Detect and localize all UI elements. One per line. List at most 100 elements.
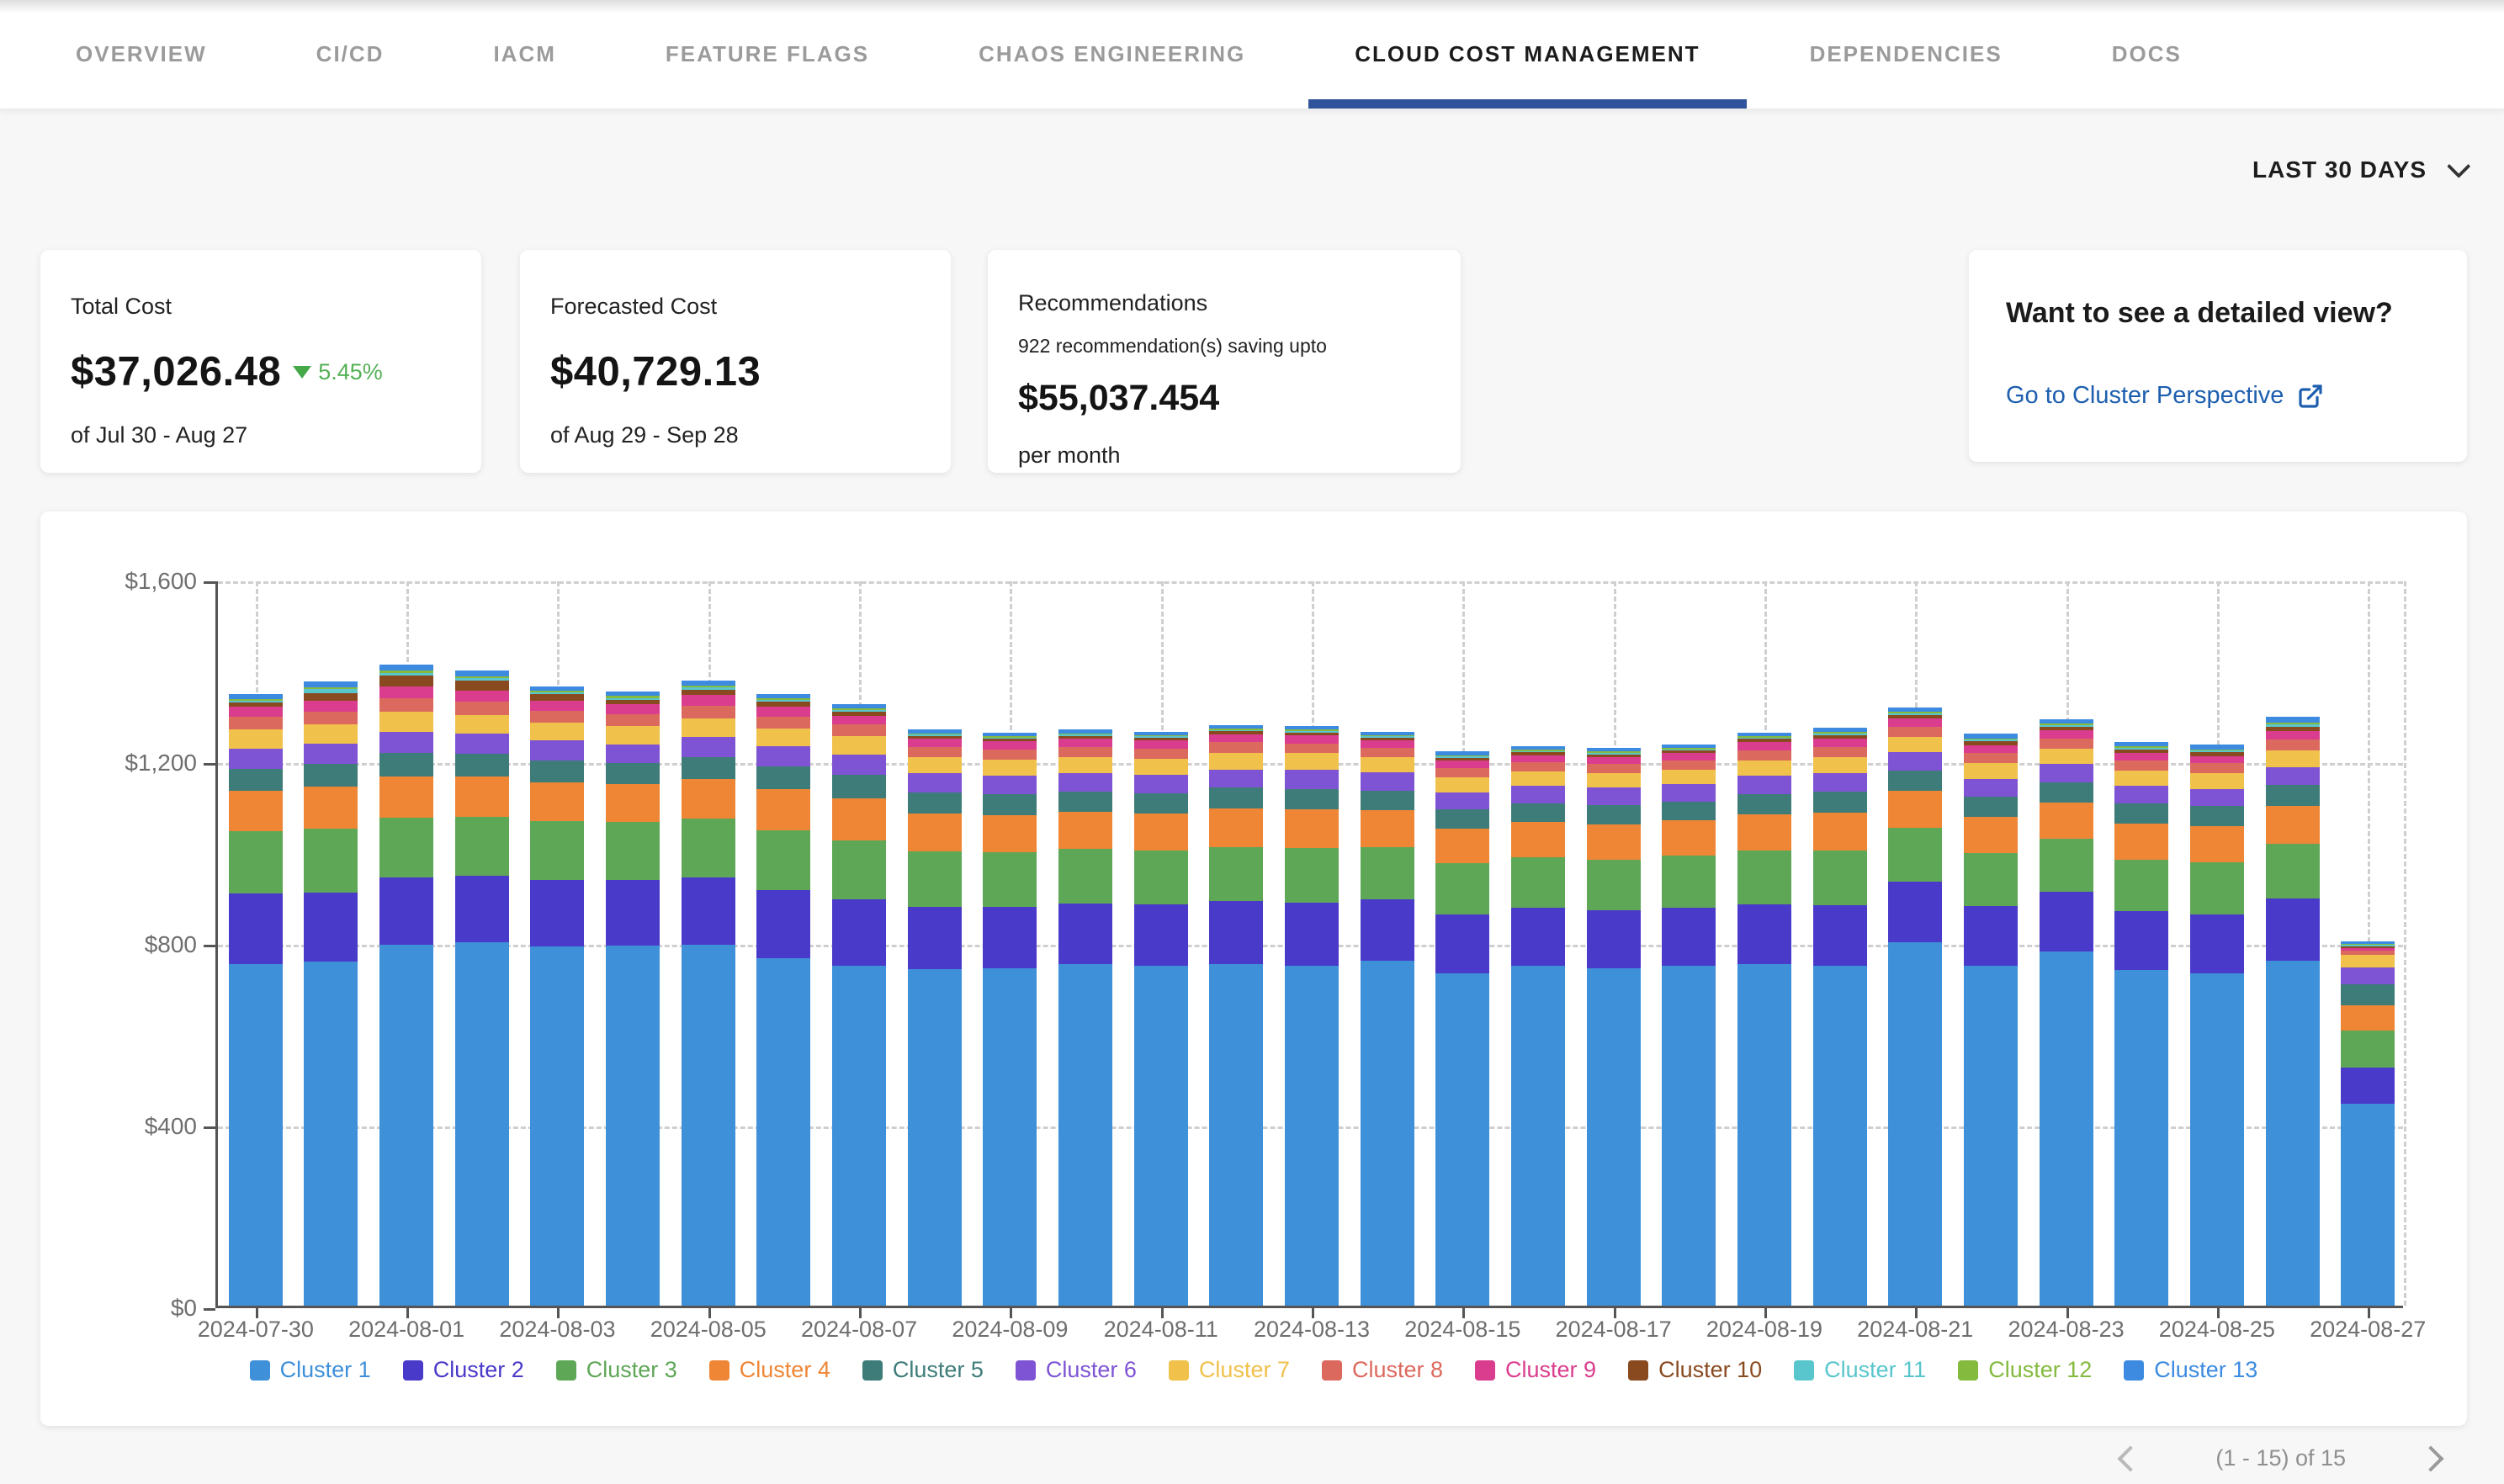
next-page-icon[interactable] xyxy=(2417,1445,2443,1471)
legend-item-cluster-7[interactable]: Cluster 7 xyxy=(1169,1357,1290,1383)
bar-segment-cluster-8 xyxy=(1209,742,1263,753)
legend-item-cluster-10[interactable]: Cluster 10 xyxy=(1628,1357,1762,1383)
stacked-bar-2024-08-26[interactable] xyxy=(2266,717,2320,1306)
forecasted-cost-period: of Aug 29 - Sep 28 xyxy=(550,422,920,448)
total-cost-card: Total Cost $37,026.48 5.45% of Jul 30 - … xyxy=(40,250,481,473)
bar-segment-cluster-7 xyxy=(2114,771,2168,786)
tab-ci-cd[interactable]: CI/CD xyxy=(316,0,385,109)
stacked-bar-2024-08-03[interactable] xyxy=(530,686,584,1306)
legend-item-cluster-11[interactable]: Cluster 11 xyxy=(1794,1357,1926,1383)
legend-item-cluster-12[interactable]: Cluster 12 xyxy=(1958,1357,2092,1383)
stacked-bar-2024-08-12[interactable] xyxy=(1209,725,1263,1306)
stacked-bar-2024-08-27[interactable] xyxy=(2341,941,2395,1306)
legend-item-cluster-3[interactable]: Cluster 3 xyxy=(556,1357,677,1383)
bar-segment-cluster-9 xyxy=(229,707,283,717)
stacked-bar-2024-07-30[interactable] xyxy=(229,694,283,1306)
stacked-bar-2024-08-19[interactable] xyxy=(1737,733,1791,1306)
stacked-bar-2024-08-24[interactable] xyxy=(2114,742,2168,1306)
y-axis-label: $400 xyxy=(62,1113,197,1140)
bar-segment-cluster-3 xyxy=(2190,862,2244,914)
stacked-bar-2024-08-14[interactable] xyxy=(1361,732,1414,1306)
recommendations-suffix: per month xyxy=(1018,443,1430,469)
stacked-bar-2024-08-25[interactable] xyxy=(2190,745,2244,1306)
stacked-bar-2024-08-16[interactable] xyxy=(1511,746,1565,1306)
stacked-bar-2024-08-04[interactable] xyxy=(606,692,660,1306)
bar-segment-cluster-7 xyxy=(1587,773,1641,787)
bar-segment-cluster-3 xyxy=(229,831,283,894)
stacked-bar-2024-08-22[interactable] xyxy=(1964,734,2018,1306)
legend-item-cluster-13[interactable]: Cluster 13 xyxy=(2124,1357,2257,1383)
tab-feature-flags[interactable]: FEATURE FLAGS xyxy=(666,0,869,109)
stacked-bar-2024-08-18[interactable] xyxy=(1662,745,1716,1306)
legend-item-cluster-2[interactable]: Cluster 2 xyxy=(403,1357,524,1383)
bar-segment-cluster-1 xyxy=(1737,964,1791,1306)
stacked-bar-2024-08-08[interactable] xyxy=(908,729,962,1306)
bar-segment-cluster-9 xyxy=(682,695,735,706)
legend-item-cluster-6[interactable]: Cluster 6 xyxy=(1016,1357,1137,1383)
tab-chaos-engineering[interactable]: CHAOS ENGINEERING xyxy=(979,0,1245,109)
bar-segment-cluster-4 xyxy=(2040,803,2093,839)
legend-swatch xyxy=(2124,1360,2144,1381)
cluster-perspective-link[interactable]: Go to Cluster Perspective xyxy=(2006,382,2430,410)
legend-item-cluster-9[interactable]: Cluster 9 xyxy=(1475,1357,1596,1383)
bar-segment-cluster-6 xyxy=(1813,773,1867,792)
bar-segment-cluster-3 xyxy=(756,830,810,890)
tab-iacm[interactable]: IACM xyxy=(493,0,555,109)
bar-segment-cluster-5 xyxy=(756,766,810,789)
external-link-icon xyxy=(2297,383,2324,410)
bar-segment-cluster-7 xyxy=(1058,757,1112,773)
stacked-bar-2024-08-06[interactable] xyxy=(756,694,810,1306)
bar-segment-cluster-10 xyxy=(530,694,584,701)
y-axis-tick xyxy=(204,1308,215,1311)
bar-segment-cluster-4 xyxy=(1587,824,1641,860)
bar-segment-cluster-6 xyxy=(2040,764,2093,782)
bar-segment-cluster-2 xyxy=(606,880,660,946)
stacked-bar-2024-07-31[interactable] xyxy=(304,681,358,1306)
chart-legend: Cluster 1 Cluster 2 Cluster 3 Cluster 4 Clus… xyxy=(40,1357,2467,1383)
bar-segment-cluster-8 xyxy=(1964,753,2018,763)
legend-label: Cluster 3 xyxy=(586,1357,677,1383)
stacked-bar-2024-08-10[interactable] xyxy=(1058,729,1112,1306)
stacked-bar-2024-08-20[interactable] xyxy=(1813,728,1867,1306)
bar-segment-cluster-13 xyxy=(379,665,433,671)
bar-segment-cluster-5 xyxy=(1587,805,1641,824)
stacked-bar-2024-08-23[interactable] xyxy=(2040,719,2093,1306)
bar-segment-cluster-1 xyxy=(1888,942,1942,1306)
stacked-bar-2024-08-07[interactable] xyxy=(832,704,886,1306)
stacked-bar-2024-08-17[interactable] xyxy=(1587,748,1641,1306)
bar-segment-cluster-4 xyxy=(1813,813,1867,851)
previous-page-icon[interactable] xyxy=(2118,1445,2144,1471)
bar-segment-cluster-5 xyxy=(1134,793,1188,814)
tab-cloud-cost-management[interactable]: CLOUD COST MANAGEMENT xyxy=(1355,0,1700,109)
bar-segment-cluster-1 xyxy=(1662,966,1716,1306)
stacked-bar-2024-08-01[interactable] xyxy=(379,665,433,1306)
tab-docs[interactable]: DOCS xyxy=(2112,0,2182,109)
bar-segment-cluster-2 xyxy=(1058,904,1112,964)
bar-segment-cluster-3 xyxy=(1209,847,1263,902)
stacked-bar-2024-08-02[interactable] xyxy=(455,670,509,1306)
bar-segment-cluster-1 xyxy=(1435,973,1489,1306)
bar-segment-cluster-1 xyxy=(1134,966,1188,1306)
stacked-bar-2024-08-11[interactable] xyxy=(1134,732,1188,1306)
bar-segment-cluster-5 xyxy=(1058,792,1112,812)
forecasted-cost-title: Forecasted Cost xyxy=(550,294,920,320)
tab-overview[interactable]: OVERVIEW xyxy=(76,0,207,109)
stacked-bar-2024-08-21[interactable] xyxy=(1888,708,1942,1306)
legend-label: Cluster 6 xyxy=(1046,1357,1137,1383)
stacked-bar-2024-08-15[interactable] xyxy=(1435,751,1489,1306)
bar-segment-cluster-4 xyxy=(1285,809,1339,847)
legend-item-cluster-4[interactable]: Cluster 4 xyxy=(709,1357,830,1383)
bar-segment-cluster-3 xyxy=(1285,848,1339,903)
bar-segment-cluster-9 xyxy=(1964,745,2018,754)
legend-item-cluster-5[interactable]: Cluster 5 xyxy=(862,1357,984,1383)
date-range-dropdown[interactable]: LAST 30 DAYS xyxy=(2252,156,2464,183)
legend-item-cluster-8[interactable]: Cluster 8 xyxy=(1322,1357,1443,1383)
bar-segment-cluster-2 xyxy=(1662,908,1716,966)
stacked-bar-2024-08-13[interactable] xyxy=(1285,726,1339,1306)
y-axis-tick xyxy=(204,1126,215,1129)
bar-segment-cluster-2 xyxy=(1964,906,2018,966)
legend-item-cluster-1[interactable]: Cluster 1 xyxy=(250,1357,371,1383)
stacked-bar-2024-08-09[interactable] xyxy=(983,733,1037,1306)
stacked-bar-2024-08-05[interactable] xyxy=(682,681,735,1306)
tab-dependencies[interactable]: DEPENDENCIES xyxy=(1810,0,2003,109)
